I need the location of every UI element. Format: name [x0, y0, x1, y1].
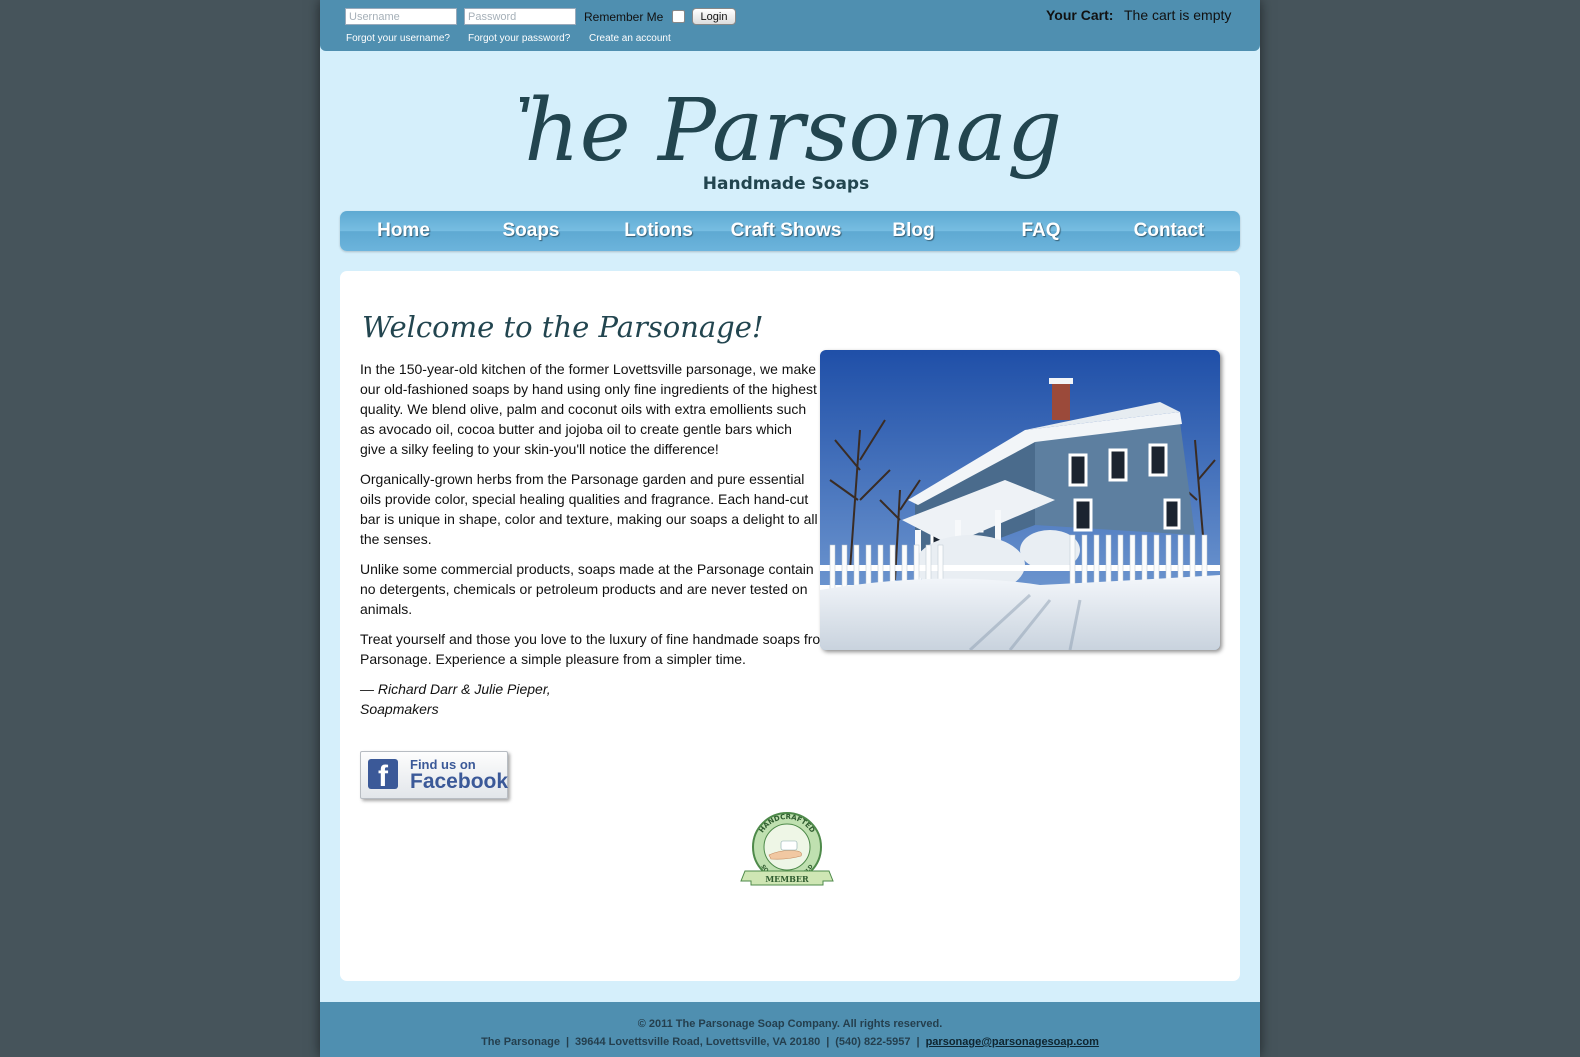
- password-input[interactable]: [464, 8, 576, 25]
- site-logo[interactable]: The Parsonage Handmade Soaps: [520, 60, 1060, 202]
- content-panel: Welcome to the Parsonage! In the 150-yea…: [340, 271, 1240, 981]
- username-input[interactable]: [345, 8, 457, 25]
- nav-soaps[interactable]: Soaps: [467, 211, 595, 251]
- soapmakers-guild-badge[interactable]: HANDCRAFTED SOAPMAKERS GUILD MEMBER: [737, 811, 837, 891]
- main-nav: Home Soaps Lotions Craft Shows Blog FAQ …: [340, 211, 1240, 251]
- footer-address: 39644 Lovettsville Road, Lovettsville, V…: [575, 1036, 821, 1048]
- cart-status[interactable]: The cart is empty: [1124, 7, 1231, 23]
- badge-ribbon-text: MEMBER: [765, 874, 809, 884]
- welcome-heading: Welcome to the Parsonage!: [362, 310, 764, 344]
- remember-me-label: Remember Me: [584, 10, 664, 24]
- nav-faq[interactable]: FAQ: [977, 211, 1105, 251]
- remember-me-checkbox[interactable]: [672, 10, 685, 23]
- logo-subtitle: Handmade Soaps: [703, 174, 869, 194]
- house-photo: [820, 350, 1220, 650]
- forgot-password-link[interactable]: Forgot your password?: [468, 33, 570, 44]
- signature-role: Soapmakers: [360, 701, 439, 717]
- create-account-link[interactable]: Create an account: [589, 33, 671, 44]
- nav-craft-shows[interactable]: Craft Shows: [722, 211, 850, 251]
- footer-company-name: The Parsonage: [481, 1036, 560, 1048]
- login-bar: Remember Me Login Forgot your username? …: [320, 0, 1260, 51]
- logo-title: The Parsonage: [520, 81, 1060, 181]
- intro-paragraph-3: Unlike some commercial products, soaps m…: [360, 561, 814, 617]
- nav-contact[interactable]: Contact: [1105, 211, 1233, 251]
- facebook-button[interactable]: f Find us on Facebook: [360, 751, 508, 799]
- welcome-heading-text: Welcome to the Parsonage!: [362, 310, 764, 344]
- footer-phone: (540) 822-5957: [835, 1036, 911, 1048]
- cart-label: Your Cart:: [1046, 7, 1114, 23]
- intro-paragraph-4: Treat yourself and those you love to the…: [360, 631, 860, 667]
- footer-separator: |: [565, 1036, 570, 1048]
- intro-text: In the 150-year-old kitchen of the forme…: [360, 359, 860, 729]
- footer-separator: |: [916, 1036, 920, 1048]
- footer-copyright: © 2011 The Parsonage Soap Company. All r…: [637, 1018, 943, 1030]
- signature: — Richard Darr & Julie Pieper, Soapmaker…: [360, 679, 820, 719]
- footer-contact-line: The Parsonage | 39644 Lovettsville Road, L…: [320, 1036, 1260, 1048]
- nav-home[interactable]: Home: [340, 211, 467, 251]
- login-button[interactable]: Login: [692, 8, 736, 25]
- facebook-icon: f: [368, 759, 398, 789]
- footer-email-link[interactable]: parsonage@parsonagesoap.com: [926, 1036, 1099, 1048]
- nav-blog[interactable]: Blog: [850, 211, 977, 251]
- intro-paragraph-2: Organically-grown herbs from the Parsona…: [360, 471, 818, 547]
- forgot-username-link[interactable]: Forgot your username?: [346, 33, 450, 44]
- page-wrapper: Remember Me Login Forgot your username? …: [320, 0, 1260, 1057]
- signature-names: — Richard Darr & Julie Pieper,: [360, 681, 551, 697]
- intro-paragraph-1: In the 150-year-old kitchen of the forme…: [360, 361, 817, 457]
- nav-lotions[interactable]: Lotions: [595, 211, 722, 251]
- footer: © 2011 The Parsonage Soap Company. All r…: [320, 1002, 1260, 1057]
- footer-separator: |: [826, 1036, 830, 1048]
- facebook-name-text: Facebook: [410, 770, 509, 793]
